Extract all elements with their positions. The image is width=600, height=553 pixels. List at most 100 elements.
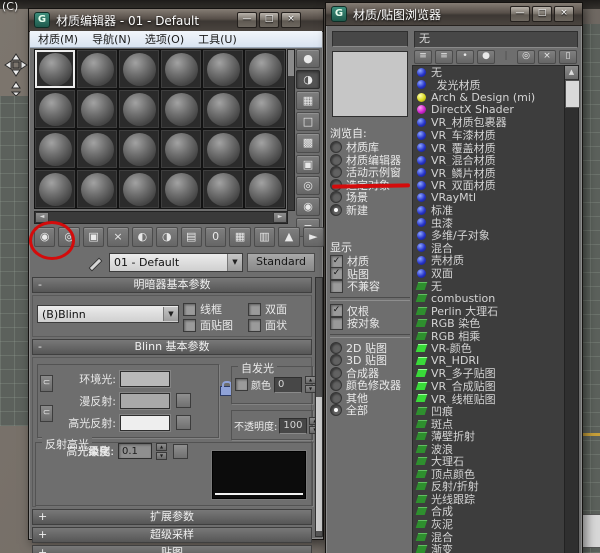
browser-list-item[interactable]: 斑点 — [413, 417, 565, 430]
browser-list-item[interactable]: combustion — [413, 292, 565, 304]
sample-slot[interactable] — [244, 49, 286, 89]
show-map-in-viewport-button[interactable]: ▦ — [229, 227, 251, 247]
rollout-scrollbar[interactable] — [315, 277, 323, 537]
sample-slot[interactable] — [244, 89, 286, 129]
sample-type-button[interactable]: ● — [296, 49, 320, 69]
browser-list-item[interactable]: 薄壁折射 — [413, 430, 565, 442]
browser-list-item[interactable]: VR_车漆材质 — [413, 129, 565, 141]
material-editor-titlebar[interactable]: G 材质编辑器 - 01 - Default — □ × — [29, 9, 323, 32]
sample-slot[interactable] — [76, 169, 118, 209]
ambient-color-swatch[interactable] — [120, 370, 170, 387]
backlight-button[interactable]: ◑ — [296, 70, 320, 90]
menu-item[interactable]: 选项(O) — [145, 31, 184, 47]
sample-slot[interactable] — [244, 129, 286, 169]
browser-list-item[interactable]: VRayMtl — [413, 191, 565, 204]
highlight-value-field[interactable]: 0.1 — [118, 443, 152, 459]
sample-slot[interactable] — [118, 169, 160, 209]
map-type-option[interactable]: 颜色修改器 — [330, 379, 410, 392]
chevron-down-icon[interactable]: ▼ — [227, 254, 242, 271]
browser-list-item[interactable]: 壳材质 — [413, 254, 565, 267]
close-button[interactable]: × — [554, 6, 574, 22]
browser-list-item[interactable]: VR_鳞片材质 — [413, 166, 565, 179]
root-checkbox[interactable]: ✓ 按对象 — [330, 316, 410, 330]
shader-option-checkbox[interactable]: ✓ 面状 — [248, 317, 313, 333]
scroll-right-icon[interactable]: ► — [273, 212, 287, 223]
browser-list-item[interactable]: Perlin 大理石 — [413, 304, 565, 317]
sample-slot[interactable] — [76, 89, 118, 129]
browser-list-item[interactable]: 多维/子对象 — [413, 229, 565, 242]
diffuse-color-swatch[interactable] — [120, 392, 170, 409]
sample-slot[interactable] — [160, 169, 202, 209]
specular-map-button[interactable] — [176, 415, 191, 430]
sample-slot[interactable] — [160, 89, 202, 129]
browser-list-item[interactable]: VR_混合材质 — [413, 154, 565, 166]
view-small-icons-button[interactable]: • — [456, 50, 474, 64]
sample-slot[interactable] — [202, 89, 244, 129]
close-button[interactable]: × — [281, 12, 301, 28]
rollout-blinn-basic-params[interactable]: - Blinn 基本参数 — [32, 339, 312, 355]
pan-tool-icon[interactable] — [3, 52, 29, 97]
browser-list-item[interactable]: Arch & Design (mi) — [413, 91, 565, 104]
browser-list-item[interactable]: _发光材质 — [413, 79, 565, 91]
browser-list-item[interactable]: 混合 — [413, 242, 565, 254]
sample-slot[interactable] — [34, 49, 76, 89]
browser-list-item[interactable]: 渐变 — [413, 543, 565, 553]
browser-list-item[interactable]: 灰泥 — [413, 518, 565, 530]
sample-uv-tiling-button[interactable]: □ — [296, 112, 320, 132]
diffuse-map-button[interactable] — [176, 393, 191, 408]
material-id-channel-button[interactable]: 0 — [204, 227, 227, 247]
assign-material-to-selection-button[interactable]: ▣ — [82, 227, 105, 247]
sample-slot[interactable] — [160, 129, 202, 169]
browser-list-item[interactable]: 无 — [413, 66, 565, 79]
browser-list-item[interactable]: 合成 — [413, 505, 565, 518]
browser-list-item[interactable]: 虫漆 — [413, 217, 565, 229]
sample-slot[interactable] — [118, 129, 160, 169]
minimize-button[interactable]: — — [237, 12, 257, 28]
sample-slot[interactable] — [76, 129, 118, 169]
sample-slot[interactable] — [202, 169, 244, 209]
browser-list-item[interactable]: 波浪 — [413, 442, 565, 455]
browser-titlebar[interactable]: G 材质/贴图浏览器 — □ × — [326, 3, 582, 26]
browser-list-item[interactable]: VR_线框贴图 — [413, 392, 565, 405]
browser-list-item[interactable]: VR_材质包裹器 — [413, 116, 565, 129]
browser-list-item[interactable]: 大理石 — [413, 455, 565, 468]
name-filter-field[interactable] — [332, 31, 408, 47]
maximize-button[interactable]: □ — [532, 6, 552, 22]
opacity-value-field[interactable]: 100 — [279, 417, 308, 434]
shader-type-dropdown[interactable]: (B)Blinn ▼ — [37, 305, 179, 323]
collapsed-rollout[interactable]: + 扩展参数 — [32, 509, 312, 525]
specular-color-swatch[interactable] — [120, 414, 170, 431]
browser-list-item[interactable]: 双面 — [413, 267, 565, 279]
sample-slot[interactable] — [202, 129, 244, 169]
browser-list-item[interactable]: 光线跟踪 — [413, 493, 565, 505]
update-scene-materials-button[interactable]: ◎ — [517, 50, 535, 64]
sample-slot[interactable] — [118, 49, 160, 89]
browser-list-item[interactable]: 凹痕 — [413, 405, 565, 417]
collapsed-rollout[interactable]: + 贴图 — [32, 545, 312, 553]
material-name-dropdown[interactable]: 01 - Default ▼ — [109, 253, 243, 272]
make-unique-button[interactable]: ◑ — [156, 227, 178, 247]
browse-from-option[interactable]: 场景 — [330, 191, 410, 204]
browser-list-item[interactable]: VR_覆盖材质 — [413, 141, 565, 154]
delete-from-library-button[interactable]: × — [538, 50, 556, 64]
toolbar-separator[interactable]: | — [498, 51, 514, 63]
shader-option-checkbox[interactable]: ✓ 双面 — [248, 301, 313, 317]
scroll-up-icon[interactable]: ▲ — [565, 66, 578, 80]
browser-list-item[interactable]: VR_合成贴图 — [413, 380, 565, 392]
menu-item[interactable]: 工具(U) — [198, 31, 237, 47]
scrollbar-thumb[interactable] — [565, 80, 580, 108]
list-scrollbar[interactable]: ▲ — [564, 65, 580, 553]
highlight-spinner[interactable]: ▲ ▼ — [156, 442, 167, 460]
pick-material-from-object-icon[interactable] — [91, 255, 105, 269]
sample-slot[interactable] — [244, 169, 286, 209]
material-type-button[interactable]: Standard — [247, 253, 315, 272]
view-list-button[interactable]: ≡ — [414, 50, 432, 64]
browser-list-item[interactable]: 无 — [413, 279, 565, 292]
sample-slot[interactable] — [76, 49, 118, 89]
show-end-result-button[interactable]: ▥ — [253, 227, 276, 247]
view-large-icons-button[interactable]: ● — [477, 50, 495, 64]
reset-map-button[interactable]: × — [107, 227, 129, 247]
select-by-material-button[interactable]: ◉ — [296, 196, 320, 216]
browser-list-item[interactable]: 反射/折射 — [413, 480, 565, 493]
menu-item[interactable]: 材质(M) — [38, 31, 78, 47]
